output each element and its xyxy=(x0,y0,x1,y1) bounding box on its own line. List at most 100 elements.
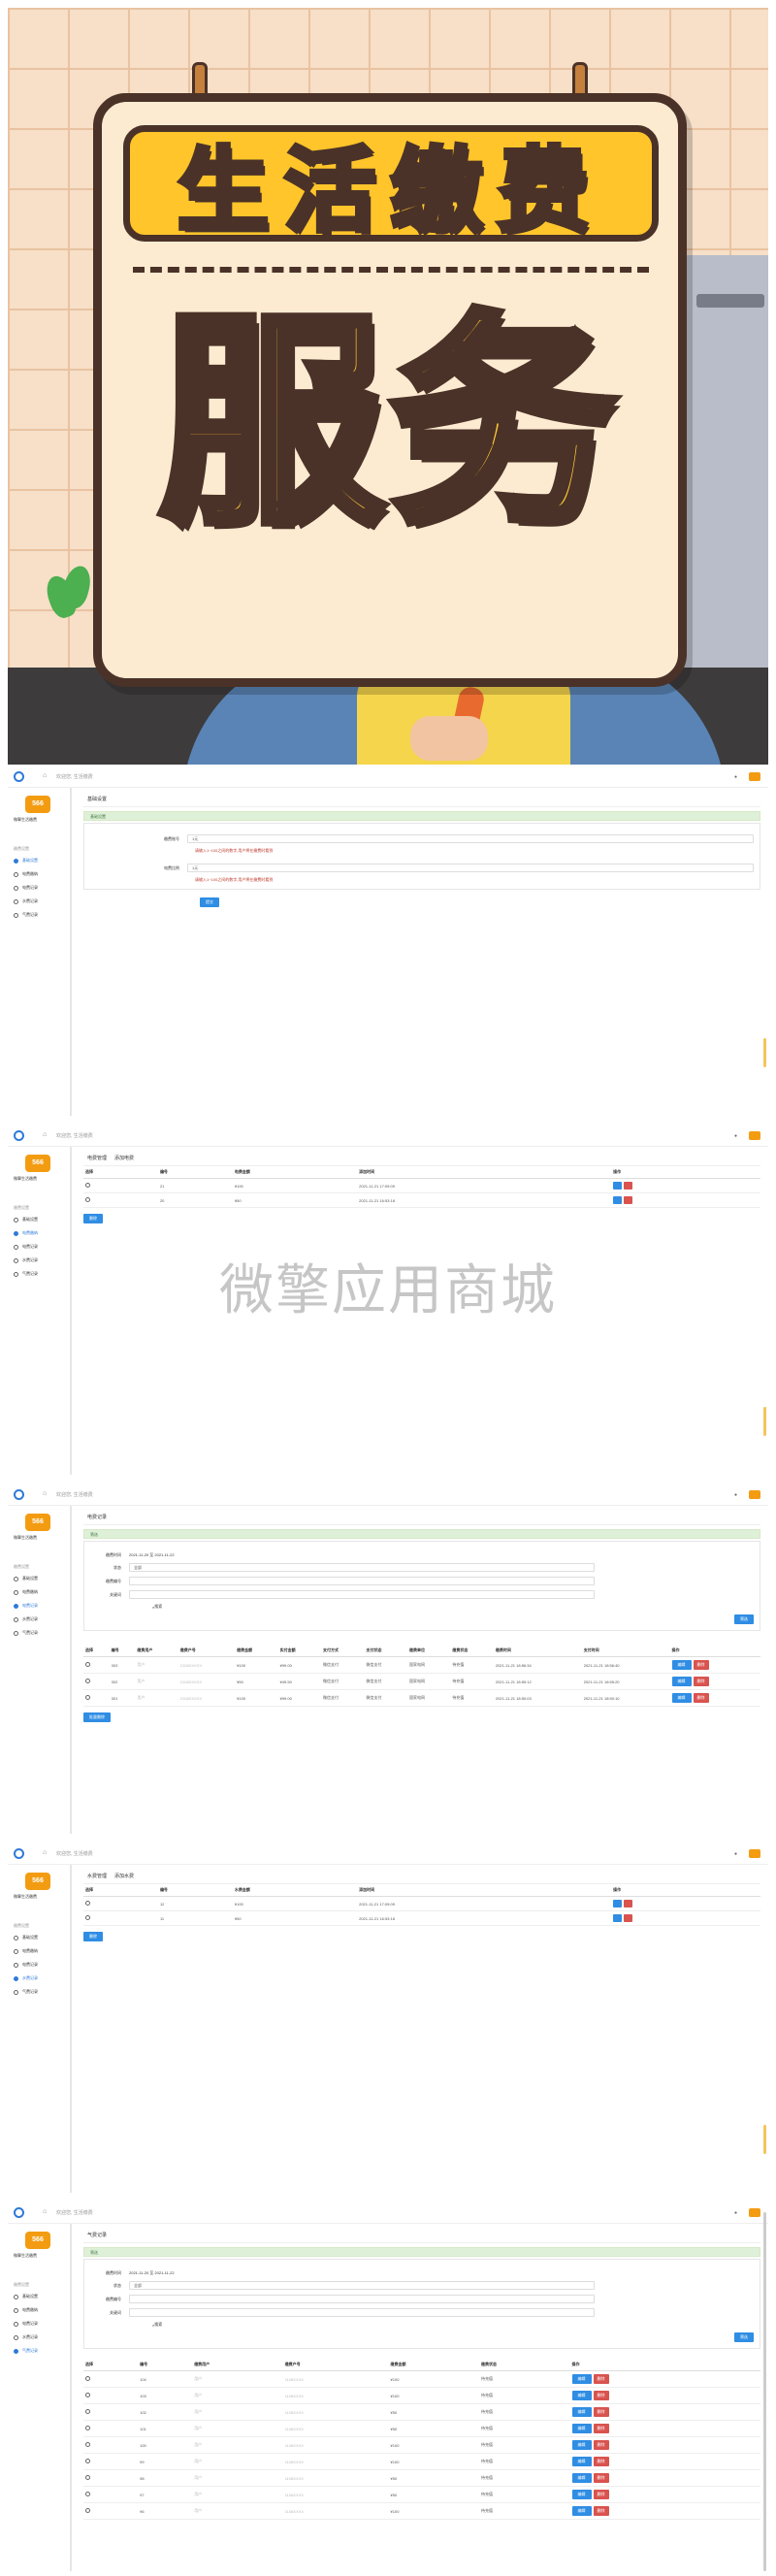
scrollbar[interactable] xyxy=(763,2125,766,2154)
edit-icon[interactable] xyxy=(613,1914,623,1922)
user-icon[interactable]: ● xyxy=(734,2210,737,2216)
field-input[interactable]: 1元 xyxy=(187,834,754,843)
checkbox[interactable] xyxy=(85,2442,90,2447)
delete-icon[interactable] xyxy=(624,1182,633,1190)
edit-button[interactable]: 编辑 xyxy=(671,1693,692,1703)
checkbox[interactable] xyxy=(85,1662,90,1667)
sidebar-item[interactable]: 水费记录 xyxy=(14,1616,38,1622)
checkbox[interactable] xyxy=(85,2459,90,2463)
tab-water-manage[interactable]: 水费管理 xyxy=(87,1873,107,1879)
sidebar-item[interactable]: 气费记录 xyxy=(14,912,38,918)
checkbox[interactable] xyxy=(85,2426,90,2430)
sidebar-item[interactable]: 基础设置 xyxy=(14,2294,38,2299)
sidebar-item[interactable]: 基础设置 xyxy=(14,1217,38,1223)
status-select[interactable]: 全部 xyxy=(129,2281,595,2290)
logo-icon[interactable] xyxy=(14,771,24,782)
user-icon[interactable]: ● xyxy=(734,1492,737,1498)
delete-button[interactable]: 删除 xyxy=(593,2473,609,2483)
sidebar-item[interactable]: 电费缴纳 xyxy=(14,1948,38,1954)
edit-button[interactable]: 编辑 xyxy=(571,2407,592,2417)
tab-electricity-records[interactable]: 电费记录 xyxy=(87,1514,107,1520)
tab-add-electricity[interactable]: 添加电费 xyxy=(114,1155,134,1161)
checkbox[interactable] xyxy=(85,1183,90,1188)
delete-button[interactable]: 删除 xyxy=(593,2391,609,2400)
scrollbar[interactable] xyxy=(763,1038,766,1067)
checkbox[interactable] xyxy=(85,1901,90,1906)
logo-icon[interactable] xyxy=(14,1489,24,1500)
checkbox[interactable] xyxy=(85,2409,90,2414)
sidebar-item[interactable]: 电费记录 xyxy=(14,1962,38,1968)
checkbox[interactable] xyxy=(85,2393,90,2397)
sidebar-item[interactable]: 气费记录 xyxy=(14,1989,38,1995)
checkbox[interactable] xyxy=(85,1915,90,1920)
edit-icon[interactable] xyxy=(613,1196,623,1204)
delete-button[interactable]: 删除 xyxy=(693,1693,709,1703)
delete-icon[interactable] xyxy=(624,1196,633,1204)
delete-icon[interactable] xyxy=(624,1914,633,1922)
edit-icon[interactable] xyxy=(613,1900,623,1908)
sidebar-item[interactable]: 水费记录 xyxy=(14,898,38,904)
delete-button[interactable]: 删除 xyxy=(693,1660,709,1670)
date-range[interactable]: 2021-11-20 至 2021-11-22 xyxy=(129,2270,175,2276)
sidebar-item[interactable]: 基础设置 xyxy=(14,858,38,864)
avatar[interactable] xyxy=(749,1490,760,1499)
sidebar-item[interactable]: 电费缴纳 xyxy=(14,1589,38,1595)
edit-button[interactable]: 编辑 xyxy=(571,2457,592,2466)
sidebar-item[interactable]: 基础设置 xyxy=(14,1576,38,1581)
scrollbar[interactable] xyxy=(763,2212,766,2571)
sidebar-item[interactable]: 电费缴纳 xyxy=(14,871,38,877)
edit-button[interactable]: 编辑 xyxy=(571,2374,592,2384)
avatar[interactable] xyxy=(749,1131,760,1140)
checkbox[interactable] xyxy=(85,2492,90,2496)
tab-electricity-manage[interactable]: 电费管理 xyxy=(87,1155,107,1161)
logo-icon[interactable] xyxy=(14,1848,24,1859)
edit-button[interactable]: 编辑 xyxy=(571,2490,592,2499)
delete-icon[interactable] xyxy=(624,1900,633,1908)
edit-button[interactable]: 编辑 xyxy=(671,1677,692,1686)
edit-button[interactable]: 编辑 xyxy=(571,2424,592,2433)
scrollbar[interactable] xyxy=(763,1407,766,1436)
logo-icon[interactable] xyxy=(14,2207,24,2218)
delete-button[interactable]: 删除 xyxy=(593,2407,609,2417)
date-range[interactable]: 2021-11-20 至 2021-11-22 xyxy=(129,1552,175,1558)
number-input[interactable] xyxy=(129,2295,595,2303)
field-input[interactable]: 1元 xyxy=(187,864,754,872)
sidebar-item[interactable]: 水费记录 xyxy=(14,2334,38,2340)
sidebar-item[interactable]: 电费缴纳 xyxy=(14,2307,38,2313)
filter-button[interactable]: 筛选 xyxy=(734,2332,754,2342)
sidebar-item[interactable]: 电费记录 xyxy=(14,2321,38,2327)
home-icon[interactable]: ⌂ xyxy=(43,1849,47,1856)
filter-button[interactable]: 筛选 xyxy=(734,1614,754,1624)
sidebar-item[interactable]: 基础设置 xyxy=(14,1935,38,1940)
delete-button[interactable]: 删除 xyxy=(83,1932,103,1941)
avatar[interactable] xyxy=(749,772,760,781)
avatar[interactable] xyxy=(749,1849,760,1858)
delete-button[interactable]: 删除 xyxy=(593,2457,609,2466)
keyword-input[interactable] xyxy=(129,1590,595,1599)
edit-icon[interactable] xyxy=(613,1182,623,1190)
edit-button[interactable]: 编辑 xyxy=(671,1660,692,1670)
tab-basic-settings[interactable]: 基础设置 xyxy=(87,796,107,802)
edit-button[interactable]: 编辑 xyxy=(571,2473,592,2483)
search-label[interactable]: 搜索 xyxy=(154,1604,162,1610)
sidebar-item[interactable]: 水费记录 xyxy=(14,1975,38,1981)
checkbox[interactable] xyxy=(85,1197,90,1202)
edit-button[interactable]: 编辑 xyxy=(571,2440,592,2450)
checkbox[interactable] xyxy=(85,2508,90,2513)
batch-delete-button[interactable]: 批量删除 xyxy=(83,1712,111,1722)
checkbox[interactable] xyxy=(85,2475,90,2480)
home-icon[interactable]: ⌂ xyxy=(43,1490,47,1497)
home-icon[interactable]: ⌂ xyxy=(43,2208,47,2215)
sidebar-item[interactable]: 电费记录 xyxy=(14,1603,38,1609)
checkbox[interactable] xyxy=(85,2376,90,2381)
delete-button[interactable]: 删除 xyxy=(593,2506,609,2516)
delete-button[interactable]: 删除 xyxy=(693,1677,709,1686)
submit-button[interactable]: 提交 xyxy=(200,897,219,907)
sidebar-item[interactable]: 电费缴纳 xyxy=(14,1230,38,1236)
edit-button[interactable]: 编辑 xyxy=(571,2391,592,2400)
delete-button[interactable]: 删除 xyxy=(593,2424,609,2433)
keyword-input[interactable] xyxy=(129,2308,595,2317)
delete-button[interactable]: 删除 xyxy=(593,2374,609,2384)
sidebar-item[interactable]: 气费记录 xyxy=(14,1630,38,1636)
user-icon[interactable]: ● xyxy=(734,774,737,780)
